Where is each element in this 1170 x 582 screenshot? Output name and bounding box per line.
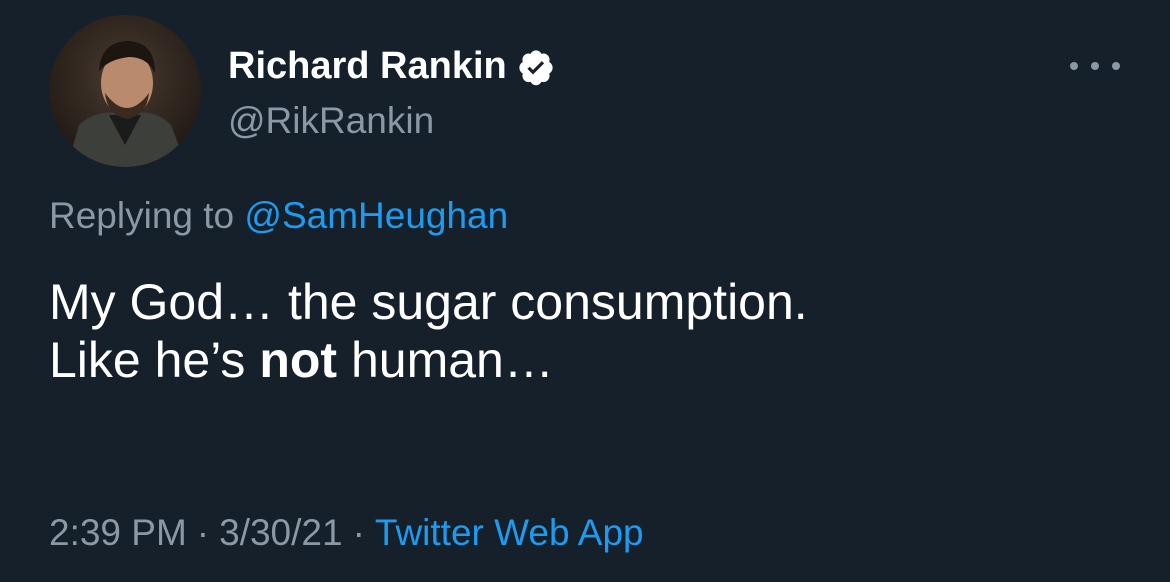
- tweet-text: My God… the sugar consumption. Like he’s…: [49, 273, 1129, 389]
- tweet-text-line-2-end: human…: [350, 332, 554, 388]
- tweet-text-line-1: My God… the sugar consumption.: [49, 274, 808, 330]
- author-name-row[interactable]: Richard Rankin: [228, 42, 555, 90]
- tweet-text-line-2: Like he’s not human…: [49, 331, 1129, 389]
- profile-photo: [49, 15, 201, 167]
- tweet-text-line-2-start: Like he’s: [49, 332, 246, 388]
- tweet-date[interactable]: 3/30/21: [219, 512, 342, 553]
- author-display-name[interactable]: Richard Rankin: [228, 42, 507, 90]
- meta-separator: ·: [196, 512, 210, 553]
- tweet-time[interactable]: 2:39 PM: [49, 512, 187, 553]
- tweet-metadata: 2:39 PM · 3/30/21 · Twitter Web App: [49, 510, 644, 556]
- avatar[interactable]: [49, 15, 201, 167]
- reply-mention-link[interactable]: @SamHeughan: [244, 195, 508, 236]
- meta-separator: ·: [352, 512, 365, 553]
- tweet-text-bold-word: not: [259, 332, 338, 388]
- verified-badge-icon: [517, 48, 555, 86]
- replying-to-label: Replying to: [49, 195, 235, 236]
- author-handle[interactable]: @RikRankin: [228, 98, 434, 144]
- more-dot: [1112, 62, 1120, 70]
- tweet-source-link[interactable]: Twitter Web App: [375, 512, 644, 553]
- more-horizontal-icon[interactable]: [1070, 56, 1120, 76]
- replying-to-line: Replying to @SamHeughan: [49, 193, 508, 239]
- tweet-card: Richard Rankin @RikRankin Replying to @S…: [0, 0, 1170, 582]
- more-dot: [1070, 62, 1078, 70]
- more-dot: [1091, 62, 1099, 70]
